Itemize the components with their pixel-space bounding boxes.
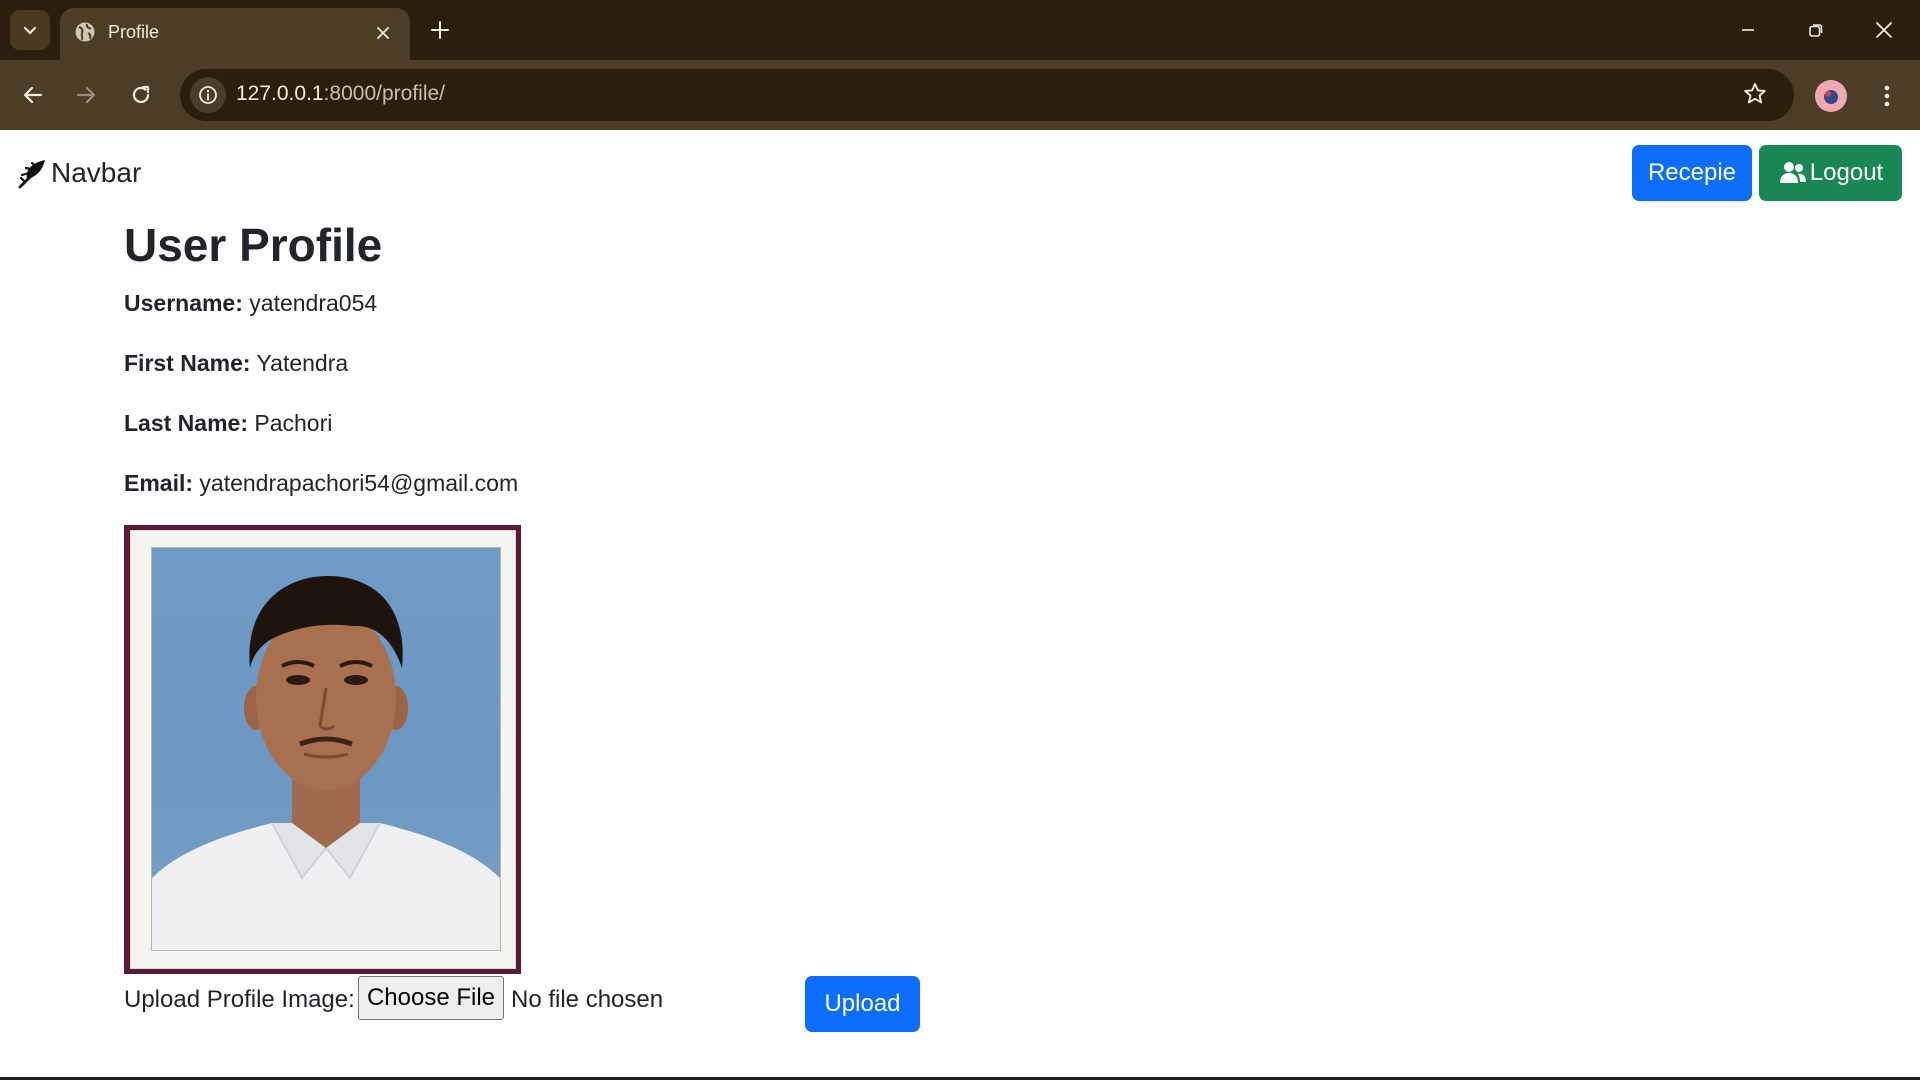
- page-title: User Profile: [124, 219, 383, 271]
- choose-file-button[interactable]: Choose File: [358, 976, 504, 1020]
- close-tab-icon[interactable]: [370, 20, 396, 46]
- email-row: Email: yatendrapachori54@gmail.com: [124, 470, 518, 497]
- url-path: :8000/profile/: [323, 82, 446, 105]
- logout-label: Logout: [1809, 159, 1884, 186]
- upload-label: Upload Profile Image:: [124, 986, 355, 1013]
- feather-icon: [18, 160, 45, 189]
- browser-profile-avatar[interactable]: [1815, 80, 1847, 112]
- profile-image: [124, 525, 521, 974]
- minimize-icon: [1742, 29, 1754, 31]
- restore-button[interactable]: [1794, 8, 1838, 52]
- browser-menu-button[interactable]: [1872, 79, 1902, 113]
- first-name-label: First Name:: [124, 350, 251, 376]
- username-label: Username:: [124, 290, 243, 316]
- forward-button[interactable]: [67, 76, 105, 114]
- browser-tabstrip: Profile: [0, 0, 1920, 60]
- navbar-brand[interactable]: Navbar: [17, 157, 141, 189]
- photo-border: [131, 531, 515, 968]
- last-name-row: Last Name: Pachori: [124, 410, 332, 437]
- recipe-button[interactable]: Recepie: [1632, 145, 1752, 201]
- close-window-button[interactable]: [1862, 8, 1906, 52]
- reload-icon: [132, 85, 150, 104]
- first-name-row: First Name: Yatendra: [124, 350, 348, 377]
- info-icon: [199, 86, 217, 104]
- new-tab-button[interactable]: [424, 14, 456, 46]
- email-value: yatendrapachori54@gmail.com: [199, 470, 519, 496]
- address-bar[interactable]: 127.0.0.1:8000/profile/: [180, 69, 1794, 121]
- upload-button[interactable]: Upload: [805, 976, 920, 1032]
- browser-tab-active[interactable]: Profile: [60, 8, 410, 60]
- logout-button[interactable]: Logout: [1759, 145, 1902, 201]
- arrow-left-icon: [23, 86, 43, 104]
- profile-icon: [1824, 90, 1838, 104]
- url-host: 127.0.0.1: [236, 82, 324, 105]
- page-viewport: Navbar Recepie Logout User Profile Usern…: [0, 130, 1920, 1080]
- file-status-text: No file chosen: [511, 986, 664, 1013]
- browser-toolbar: 127.0.0.1:8000/profile/: [0, 60, 1920, 130]
- reload-button[interactable]: [122, 76, 160, 114]
- username-value: yatendra054: [249, 290, 378, 316]
- arrow-right-icon: [76, 86, 96, 104]
- bookmark-star-icon[interactable]: [1742, 81, 1768, 112]
- portrait: [151, 547, 501, 951]
- tab-search-button[interactable]: [10, 10, 50, 50]
- minimize-button[interactable]: [1726, 8, 1770, 52]
- chevron-down-icon: [23, 26, 37, 35]
- navbar-brand-text: Navbar: [51, 157, 142, 188]
- restore-icon: [1809, 24, 1823, 37]
- plus-icon: [431, 21, 449, 39]
- email-label: Email:: [124, 470, 194, 496]
- tab-title: Profile: [108, 22, 160, 42]
- close-icon: [1876, 22, 1892, 38]
- username-row: Username: yatendra054: [124, 290, 377, 317]
- last-name-label: Last Name:: [124, 410, 248, 436]
- first-name-value: Yatendra: [256, 350, 349, 376]
- more-vert-icon: [1884, 85, 1890, 107]
- back-button[interactable]: [14, 76, 52, 114]
- url-text: 127.0.0.1:8000/profile/: [236, 82, 445, 106]
- last-name-value: Pachori: [254, 410, 333, 436]
- users-icon: [1779, 162, 1806, 183]
- globe-icon: [74, 21, 96, 48]
- site-info-button[interactable]: [190, 77, 226, 113]
